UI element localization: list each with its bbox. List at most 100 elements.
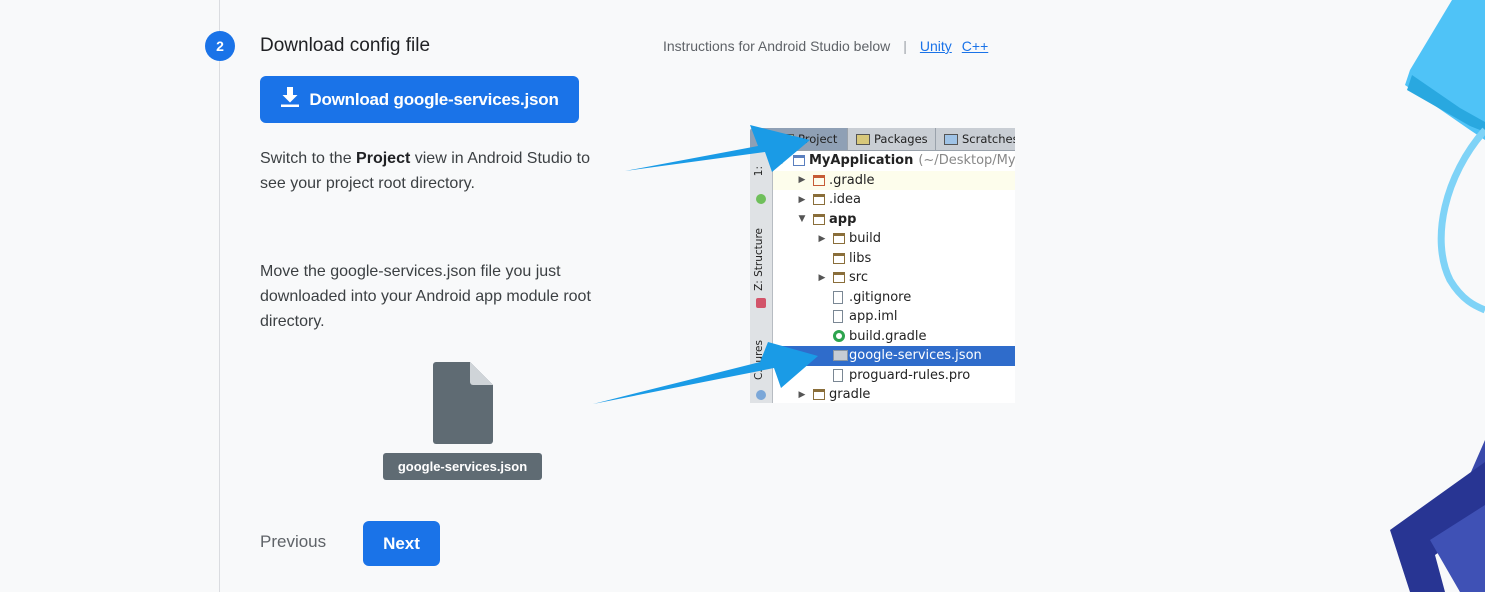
packages-tab-icon — [856, 133, 870, 145]
tree-item-label: src — [849, 270, 868, 285]
tree-item-name: MyApplication — [809, 153, 914, 169]
folder-icon — [833, 233, 845, 245]
file-icon — [833, 368, 843, 382]
tree-item: build.gradle — [773, 327, 1015, 347]
folder-icon — [813, 194, 825, 206]
folder-icon — [833, 272, 845, 284]
expanded-arrow-icon: ▼ — [778, 155, 786, 166]
tree-item-label: libs — [849, 251, 871, 266]
folder-icon — [833, 252, 845, 264]
file-name-chip: google-services.json — [383, 453, 542, 480]
tree-item-name: build.gradle — [849, 328, 927, 344]
project-tab-icon — [780, 133, 794, 145]
tree-item-name: .gradle — [829, 172, 875, 188]
platform-instructions: Instructions for Android Studio below | Un… — [663, 38, 988, 54]
tree-item: proguard-rules.pro — [773, 366, 1015, 386]
tree-item-label: app.iml — [849, 309, 898, 324]
tree-item: google-services.json — [773, 346, 1015, 366]
captures-icon — [756, 390, 766, 400]
tree-item: .gitignore — [773, 288, 1015, 308]
project-tree: ▼ MyApplication (~/Desktop/My ▶ .gradle ▶ .ide… — [773, 150, 1015, 403]
download-button-label: Download google-services.json — [309, 89, 559, 109]
android-icon — [756, 194, 766, 204]
separator: | — [903, 38, 907, 54]
ide-tab-bar: Project Packages Scratches — [750, 128, 1015, 151]
collapsed-arrow-icon: ▶ — [818, 233, 826, 244]
tree-item: ▶ build — [773, 229, 1015, 249]
ide-tab-project: Project — [750, 128, 848, 150]
tree-item-name: google-services.json — [849, 348, 982, 364]
gradle-icon — [833, 330, 845, 343]
collapsed-arrow-icon: ▶ — [818, 272, 826, 283]
side-label-captures: C...ures — [753, 340, 765, 381]
module-folder-icon — [813, 213, 825, 225]
instruction-bold-project: Project — [356, 150, 411, 167]
file-icon — [833, 290, 843, 304]
tree-item-label: build — [849, 231, 881, 246]
download-icon — [280, 86, 300, 113]
scratches-tab-icon — [944, 133, 958, 145]
decorative-illustration — [1390, 0, 1485, 592]
expanded-arrow-icon: ▼ — [798, 214, 806, 225]
tree-item: ▶ .idea — [773, 190, 1015, 210]
tree-item: ▶ .gradle — [773, 170, 1015, 190]
instruction-text-start: Switch to the — [260, 150, 357, 167]
previous-button[interactable]: Previous — [260, 532, 326, 552]
tree-item-label: proguard-rules.pro — [849, 368, 970, 383]
next-button[interactable]: Next — [363, 521, 440, 566]
project-view-instruction: Switch to the Project view in Android St… — [260, 146, 590, 196]
ide-tab-scratches: Scratches — [936, 128, 1015, 150]
project-folder-icon — [793, 155, 805, 167]
tree-item: ▶ gradle — [773, 385, 1015, 403]
tree-item-name: .idea — [829, 192, 861, 208]
step-title: Download config file — [260, 35, 431, 56]
tree-item-path: (~/Desktop/My — [918, 153, 1015, 169]
tree-item-label: build.gradle — [849, 329, 927, 344]
ide-tab-label: Packages — [874, 132, 928, 146]
unity-link[interactable]: Unity — [920, 38, 952, 54]
tree-item: app.iml — [773, 307, 1015, 327]
json-file-icon — [433, 362, 493, 449]
step-rail — [219, 0, 220, 592]
tree-item: ▼ app — [773, 210, 1015, 230]
tree-item-name: gradle — [829, 387, 871, 403]
tree-item-label: .idea — [829, 192, 861, 207]
pointer-arrows — [593, 125, 818, 404]
side-label-structure: Z: Structure — [753, 228, 765, 291]
tree-item-label: MyApplication (~/Desktop/My — [809, 153, 1015, 168]
collapsed-arrow-icon: ▶ — [798, 175, 806, 186]
json-file-icon — [833, 350, 848, 362]
instructions-text: Instructions for Android Studio below — [663, 38, 891, 54]
tree-item: ▼ MyApplication (~/Desktop/My — [773, 151, 1015, 171]
tree-item-label: gradle — [829, 387, 870, 402]
tree-item-label: .gradle — [829, 173, 875, 188]
collapsed-arrow-icon: ▶ — [798, 389, 806, 400]
cpp-link[interactable]: C++ — [962, 38, 988, 54]
tree-item: libs — [773, 249, 1015, 269]
tree-item-label: .gitignore — [849, 290, 911, 305]
structure-icon — [756, 298, 766, 308]
tree-item-name: app — [829, 211, 857, 227]
ide-tab-label: Project — [798, 132, 838, 146]
tree-item-name: app.iml — [849, 309, 898, 325]
file-icon — [833, 310, 843, 324]
tree-item-label: google-services.json — [849, 348, 982, 363]
folder-icon — [813, 174, 825, 186]
tree-item-label: app — [829, 212, 856, 227]
move-file-instruction: Move the google-services.json file you j… — [260, 263, 591, 330]
tree-item-name: libs — [849, 250, 872, 266]
android-studio-project-view: Project Packages Scratches 1: Z: Structu… — [750, 128, 1015, 403]
step-number-badge: 2 — [205, 31, 235, 61]
folder-icon — [813, 389, 825, 401]
tree-item-name: proguard-rules.pro — [849, 367, 971, 383]
tree-item-name: build — [849, 231, 881, 247]
tree-item-name: src — [849, 270, 868, 286]
download-config-button[interactable]: Download google-services.json — [260, 76, 579, 123]
ide-side-toolbar: 1: Z: Structure C...ures — [750, 150, 773, 403]
ide-tab-packages: Packages — [848, 128, 936, 150]
ide-tab-label: Scratches — [962, 132, 1015, 146]
tree-item-name: .gitignore — [849, 289, 912, 305]
collapsed-arrow-icon: ▶ — [798, 194, 806, 205]
side-label-project: 1: — [753, 166, 765, 177]
tree-item: ▶ src — [773, 268, 1015, 288]
